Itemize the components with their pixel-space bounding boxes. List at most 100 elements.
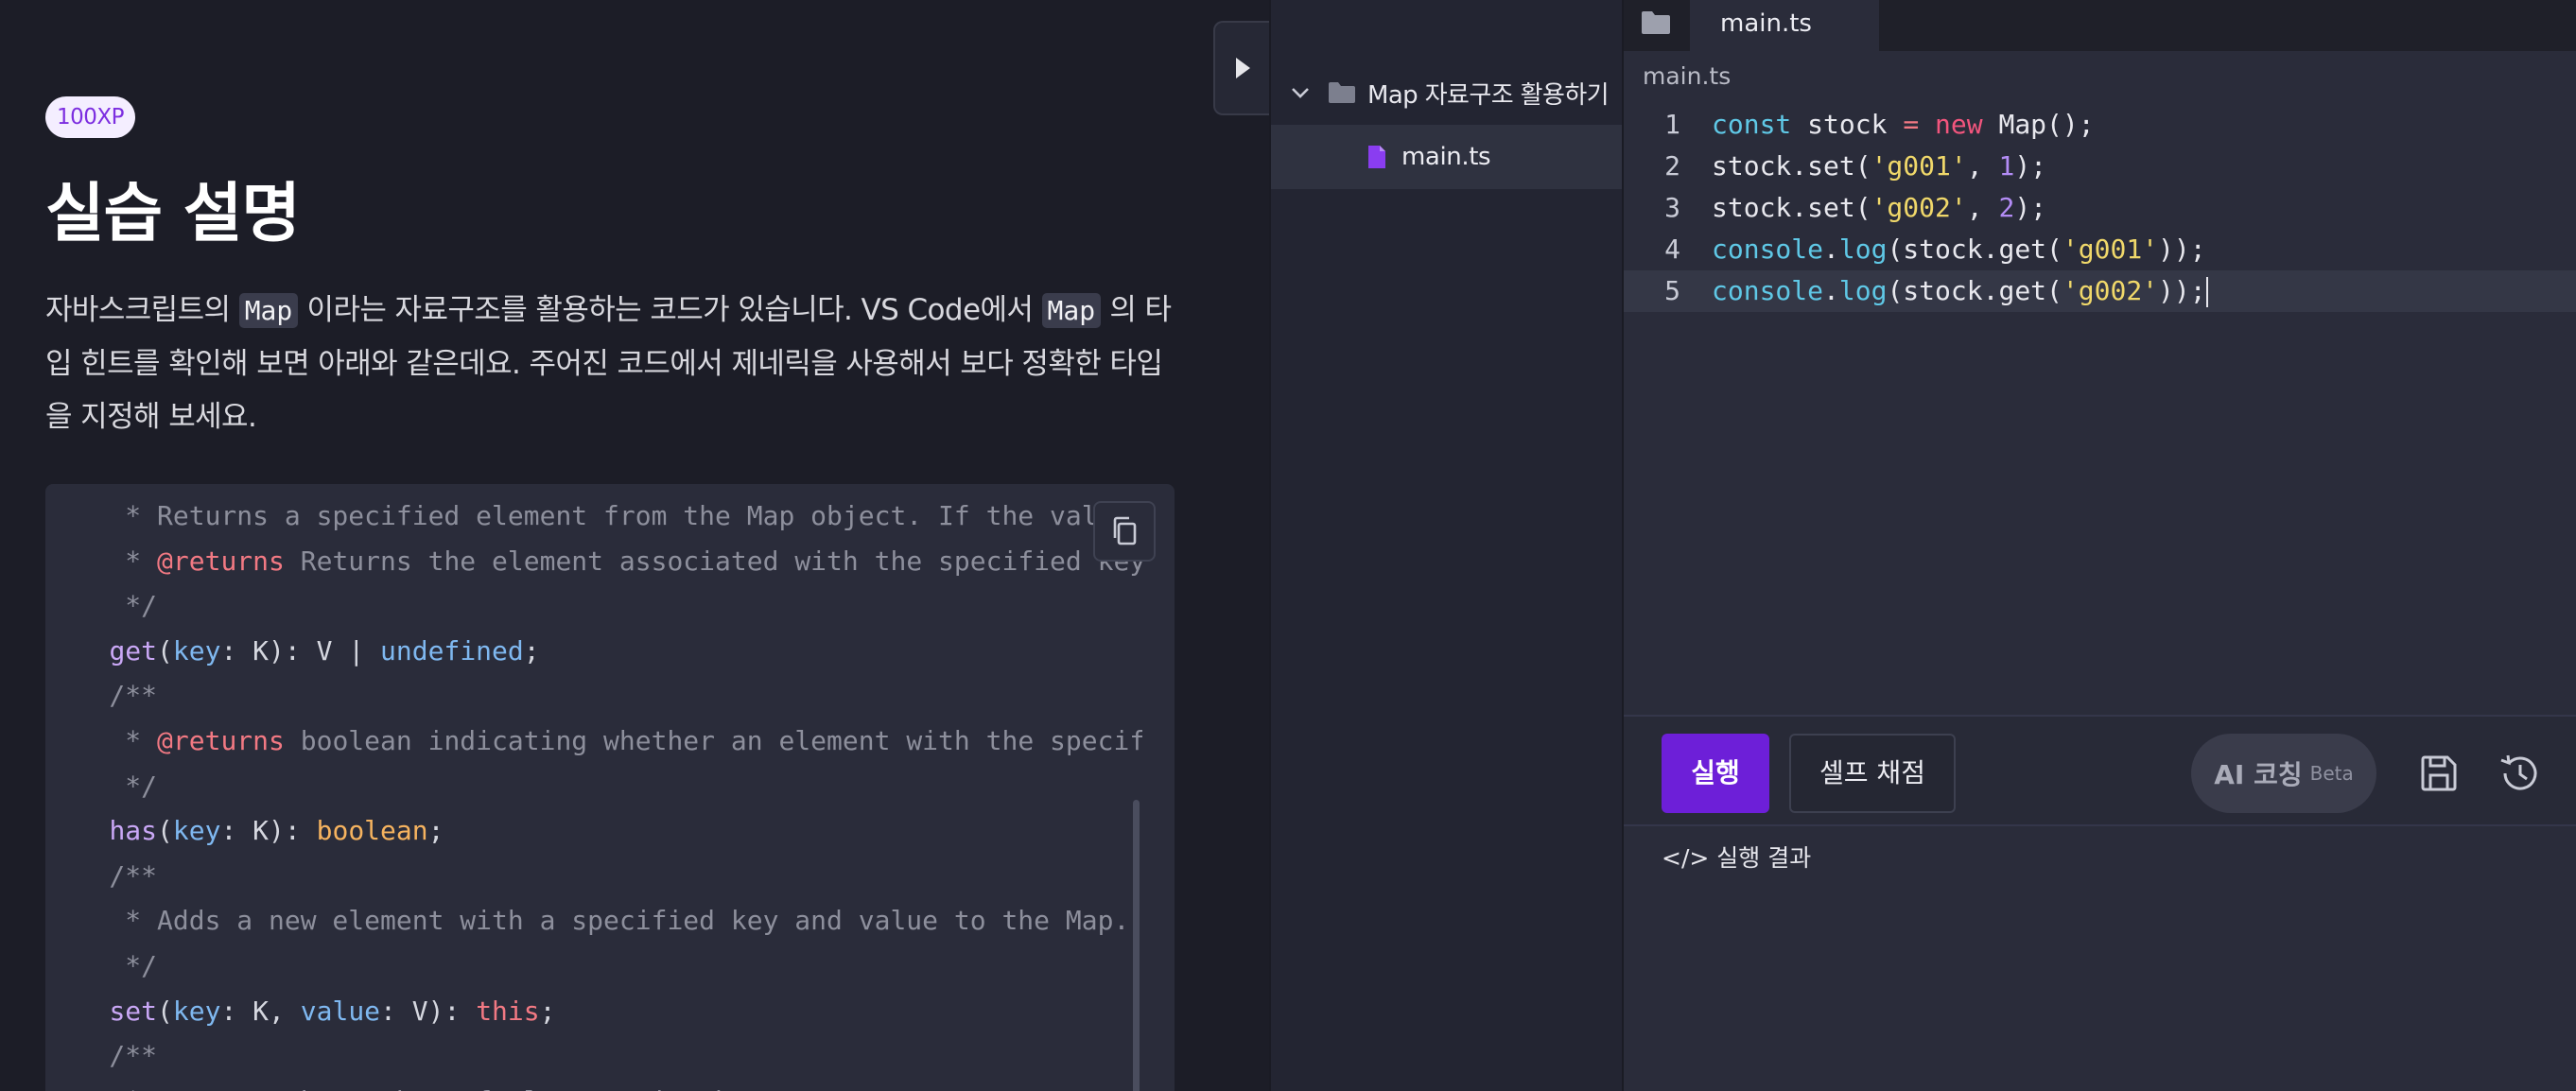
editor-tab-bar: main.ts	[1624, 0, 2576, 51]
exercise-description: 자바스크립트의 Map 이라는 자료구조를 활용하는 코드가 있습니다. VS …	[45, 284, 1180, 443]
folder-row[interactable]: Map 자료구조 활용하기	[1271, 68, 1624, 117]
code-token: boolean	[316, 815, 428, 847]
history-icon[interactable]	[2498, 753, 2541, 794]
tab-main-ts[interactable]: main.ts	[1690, 0, 1879, 51]
code-token: /**	[45, 680, 158, 712]
action-bar: 실행 셀프 채점 AI 코칭 Beta	[1624, 715, 2576, 826]
code-token: ;	[427, 815, 444, 847]
code-token: Returns the element associated with the …	[300, 545, 1142, 577]
code-token: @returns	[157, 545, 285, 577]
code-token: *	[45, 724, 158, 756]
desc-text-1: 자바스크립트의	[45, 293, 239, 327]
code-token: : V):	[380, 995, 477, 1027]
line-source: stock.set('g002', 2);	[1712, 187, 2046, 229]
code-lines: * Returns a specified element from the M…	[45, 494, 1142, 1091]
code-token: ));	[2158, 234, 2206, 265]
code-token: );	[2014, 192, 2047, 223]
line-number: 1	[1664, 109, 1680, 140]
code-line: * @returns boolean indicating whether an…	[45, 719, 1142, 764]
self-grade-button[interactable]: 셀프 채점	[1789, 734, 1956, 813]
editor-line[interactable]: 3 stock.set('g002', 2);	[1624, 187, 2576, 229]
code-line: /**	[45, 854, 1142, 899]
code-token: key	[172, 815, 221, 847]
line-number: 4	[1664, 234, 1680, 265]
code-token: Map();	[1982, 109, 2095, 140]
line-source: console.log(stock.get('g001'));	[1712, 229, 2206, 270]
code-token: 'g002'	[1871, 192, 1967, 223]
code-token: set	[109, 995, 158, 1027]
folder-icon	[1329, 82, 1355, 103]
code-token: : K,	[220, 995, 301, 1027]
code-token: @returns	[157, 724, 285, 756]
beta-badge: Beta	[2309, 762, 2354, 785]
breadcrumb: main.ts	[1643, 62, 1732, 90]
play-triangle-icon	[1236, 58, 1250, 78]
code-token: (	[157, 995, 173, 1027]
code-token: key	[172, 634, 221, 667]
code-line: */	[45, 944, 1142, 989]
code-token: has	[109, 815, 158, 847]
inline-code-map: Map	[238, 293, 299, 328]
code-block-scrollbar[interactable]	[1133, 800, 1140, 1091]
inline-code-map: Map	[1041, 293, 1102, 328]
copy-button[interactable]	[1093, 501, 1156, 562]
code-token: */	[45, 949, 158, 981]
code-token: 'g002'	[2062, 275, 2159, 306]
file-explorer: Map 자료구조 활용하기 main.ts	[1269, 0, 1624, 1091]
code-token: 2	[1998, 192, 2015, 223]
code-line: has(key: K): boolean;	[45, 808, 1142, 854]
xp-badge: 100XP	[45, 96, 136, 138]
page-title: 실습 설명	[45, 177, 301, 251]
editor-line[interactable]: 5 console.log(stock.get('g002'));	[1624, 270, 2576, 312]
line-source: const stock = new Map();	[1712, 104, 2095, 146]
file-row-main-ts[interactable]: main.ts	[1271, 125, 1624, 189]
code-token: (	[157, 634, 173, 667]
code-token: =	[1903, 109, 1920, 140]
code-token: get	[109, 634, 158, 667]
code-token: stock	[1791, 109, 1904, 140]
code-token: /**	[45, 859, 158, 892]
file-icon	[1368, 146, 1385, 168]
line-number: 2	[1664, 150, 1680, 182]
editor-line[interactable]: 4 console.log(stock.get('g001'));	[1624, 229, 2576, 270]
file-label: main.ts	[1401, 143, 1491, 171]
code-token: */	[45, 590, 158, 622]
code-token: 'g001'	[1871, 150, 1967, 182]
run-result-label: </> 실행 결과	[1662, 844, 1812, 872]
code-line: get(key: K): V | undefined;	[45, 629, 1142, 674]
code-token: ;	[539, 995, 556, 1027]
exercise-panel: 100XP 실습 설명 자바스크립트의 Map 이라는 자료구조를 활용하는 코…	[0, 0, 1270, 1091]
type-hint-code-block[interactable]: * Returns a specified element from the M…	[45, 484, 1175, 1091]
code-token: log	[1838, 234, 1888, 265]
code-token: boolean indicating whether an element wi…	[300, 724, 1142, 756]
code-token: (	[157, 815, 173, 847]
code-token: stock.set(	[1712, 192, 1871, 223]
code-token: new	[1935, 109, 1983, 140]
folder-icon[interactable]	[1641, 9, 1671, 36]
code-line: */	[45, 583, 1142, 629]
code-token: stock.set(	[1712, 150, 1871, 182]
code-line: */	[45, 764, 1142, 809]
code-token: * Returns the number of elements in the …	[45, 1085, 827, 1091]
save-icon[interactable]	[2418, 753, 2460, 794]
code-token: : K):	[220, 815, 317, 847]
code-token: ,	[1966, 192, 1999, 223]
copy-icon	[1113, 516, 1137, 546]
folder-label: Map 자료구조 활용하기	[1367, 80, 1610, 110]
code-token: );	[2014, 150, 2047, 182]
chevron-down-icon	[1292, 88, 1309, 98]
run-button[interactable]: 실행	[1662, 734, 1769, 813]
code-token: (stock.get(	[1887, 275, 2063, 306]
editor-line[interactable]: 2 stock.set('g001', 1);	[1624, 146, 2576, 187]
editor-line[interactable]: 1 const stock = new Map();	[1624, 104, 2576, 146]
code-line: * Adds a new element with a specified ke…	[45, 898, 1142, 944]
code-line: * @returns Returns the element associate…	[45, 539, 1142, 584]
ai-coaching-button[interactable]: AI 코칭 Beta	[2191, 734, 2376, 813]
text-cursor	[2205, 277, 2208, 307]
code-token: console	[1712, 234, 1824, 265]
code-token: const	[1712, 109, 1792, 140]
editor-code-area[interactable]: 1 const stock = new Map(); 2 stock.set('g00…	[1624, 104, 2576, 312]
collapse-panel-button[interactable]	[1213, 21, 1270, 115]
